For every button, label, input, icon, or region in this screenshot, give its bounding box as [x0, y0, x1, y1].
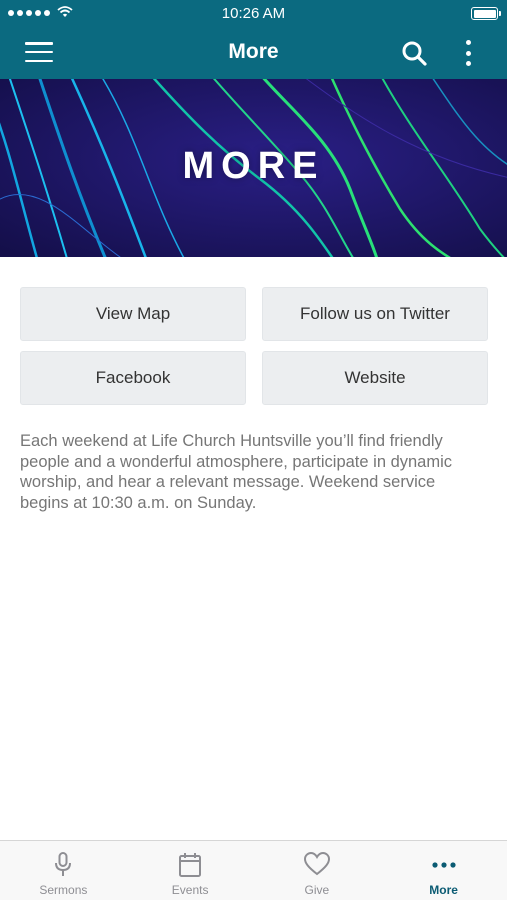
page-title: More: [228, 40, 279, 63]
app-header: 10:26 AM More: [0, 0, 507, 79]
tab-give[interactable]: Give: [254, 841, 381, 900]
calendar-icon: [179, 853, 202, 877]
microphone-icon: [55, 852, 72, 876]
tab-label-sermons: Sermons: [39, 883, 88, 897]
church-description: Each weekend at Life Church Huntsville y…: [20, 432, 453, 512]
hero-banner: MORE: [0, 79, 507, 257]
status-bar: 10:26 AM: [0, 0, 507, 28]
status-time: 10:26 AM: [221, 5, 286, 22]
battery-icon: [471, 7, 501, 20]
tab-bar: Sermons Events Give More: [0, 840, 507, 900]
tab-more[interactable]: More: [380, 841, 507, 900]
facebook-button[interactable]: Facebook: [20, 351, 246, 405]
tab-label-more: More: [429, 883, 458, 897]
tab-events[interactable]: Events: [127, 841, 254, 900]
action-buttons: View Map Follow us on Twitter Facebook W…: [20, 287, 488, 405]
search-icon[interactable]: [398, 38, 430, 68]
hero-title: MORE: [182, 145, 325, 187]
follow-twitter-button[interactable]: Follow us on Twitter: [262, 287, 488, 341]
website-button[interactable]: Website: [262, 351, 488, 405]
overflow-menu-icon[interactable]: [456, 36, 480, 70]
tab-label-give: Give: [304, 883, 330, 897]
hamburger-menu-icon[interactable]: [23, 38, 55, 66]
view-map-button[interactable]: View Map: [20, 287, 246, 341]
more-dots-icon: [432, 862, 456, 868]
heart-icon: [303, 851, 330, 876]
tab-label-events: Events: [171, 883, 209, 897]
tab-sermons[interactable]: Sermons: [0, 841, 127, 900]
